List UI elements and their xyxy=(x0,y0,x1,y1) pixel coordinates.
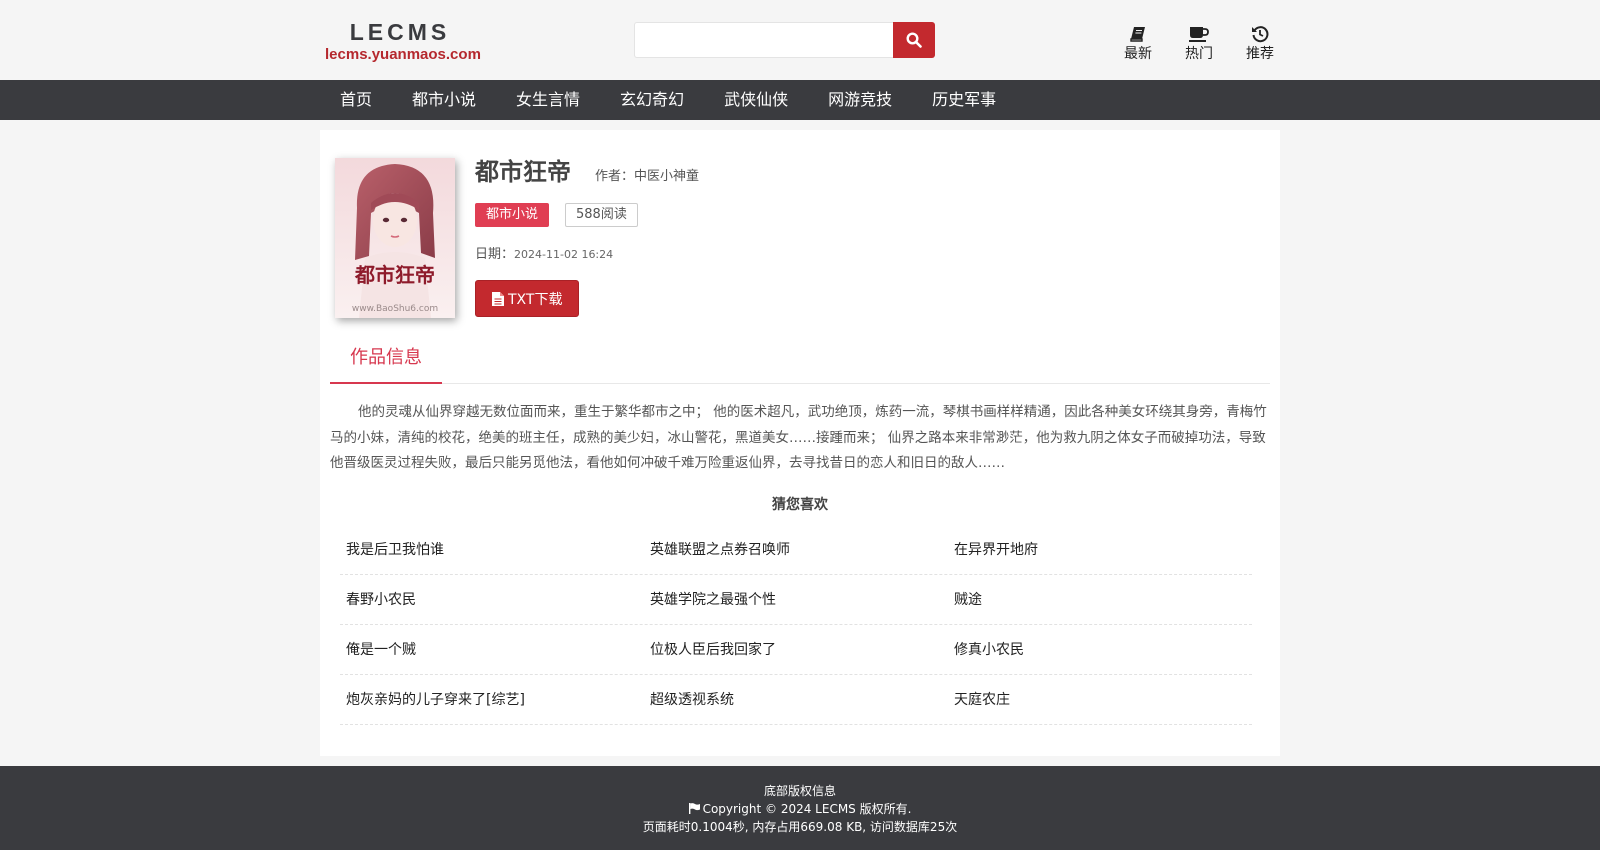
recommend-item[interactable]: 英雄联盟之点券召唤师 xyxy=(644,525,948,574)
logo-subtitle: lecms.yuanmaos.com xyxy=(325,46,481,63)
recommend-item[interactable]: 修真小农民 xyxy=(948,625,1252,674)
date-value: 2024-11-02 16:24 xyxy=(514,248,614,261)
quick-link-label: 热门 xyxy=(1185,46,1213,62)
author-name[interactable]: 中医小神童 xyxy=(634,165,699,184)
footer: 底部版权信息 Copyright © 2024 LECMS 版权所有. 页面耗时… xyxy=(0,766,1600,850)
flag-icon xyxy=(688,803,700,814)
recommend-item[interactable]: 贼途 xyxy=(948,575,1252,624)
category-badge[interactable]: 都市小说 xyxy=(475,203,550,227)
tab-book-info[interactable]: 作品信息 xyxy=(330,340,442,384)
recommend-row: 炮灰亲妈的儿子穿来了[综艺] 超级透视系统 天庭农庄 xyxy=(340,675,1252,725)
copyright-text: Copyright © 2024 LECMS 版权所有. xyxy=(702,802,912,816)
footer-title: 底部版权信息 xyxy=(763,784,836,798)
book-info: 都市狂帝 作者： 中医小神童 都市小说 588阅读 日期：2024-11-02 … xyxy=(475,152,1255,317)
search-input[interactable] xyxy=(634,22,893,58)
book-icon xyxy=(1130,27,1145,42)
quick-link-label: 推荐 xyxy=(1246,46,1274,62)
author-label: 作者： xyxy=(595,169,635,184)
recommend-title: 猜您喜欢 xyxy=(772,497,828,513)
nav-item-home[interactable]: 首页 xyxy=(320,80,392,120)
quick-link-label: 最新 xyxy=(1124,46,1152,62)
search-icon xyxy=(906,32,922,48)
quick-link-latest[interactable]: 最新 xyxy=(1118,24,1158,63)
recommend-item[interactable]: 俺是一个贼 xyxy=(340,625,644,674)
recommend-row: 我是后卫我怕谁 英雄联盟之点券召唤师 在异界开地府 xyxy=(340,525,1252,575)
quick-link-hot[interactable]: 热门 xyxy=(1179,24,1219,63)
recommend-item[interactable]: 我是后卫我怕谁 xyxy=(340,525,644,574)
history-icon xyxy=(1252,26,1269,43)
site-logo[interactable]: LECMS lecms.yuanmaos.com xyxy=(325,18,481,64)
book-description: 他的灵魂从仙界穿越无数位面而来，重生于繁华都市之中； 他的医术超凡，武功绝顶，炼… xyxy=(330,404,1267,471)
date-label: 日期： xyxy=(475,247,515,262)
main-nav: 首页 都市小说 女生言情 玄幻奇幻 武侠仙侠 网游竞技 历史军事 xyxy=(0,80,1600,120)
cover-watermark: www.BaoShu6.com xyxy=(352,304,438,314)
recommend-item[interactable]: 春野小农民 xyxy=(340,575,644,624)
search-bar xyxy=(634,22,935,58)
nav-item-gaming[interactable]: 网游竞技 xyxy=(808,80,912,120)
footer-stats: 页面耗时0.1004秒, 内存占用669.08 KB, 访问数据库25次 xyxy=(642,820,958,834)
nav-item-romance[interactable]: 女生言情 xyxy=(496,80,600,120)
read-count-badge: 588阅读 xyxy=(565,203,638,227)
date-row: 日期：2024-11-02 16:24 xyxy=(475,243,1255,262)
recommend-row: 春野小农民 英雄学院之最强个性 贼途 xyxy=(340,575,1252,625)
book-title: 都市狂帝 xyxy=(475,158,571,186)
footer-copyright: Copyright © 2024 LECMS 版权所有. xyxy=(0,800,1600,818)
nav-item-urban[interactable]: 都市小说 xyxy=(392,80,496,120)
nav-item-wuxia[interactable]: 武侠仙侠 xyxy=(704,80,808,120)
recommend-item[interactable]: 炮灰亲妈的儿子穿来了[综艺] xyxy=(340,675,644,724)
recommend-item[interactable]: 位极人臣后我回家了 xyxy=(644,625,948,674)
nav-item-history[interactable]: 历史军事 xyxy=(912,80,1016,120)
book-cover[interactable]: 都市狂帝 www.BaoShu6.com xyxy=(335,158,455,318)
download-label: TXT下载 xyxy=(508,291,563,308)
nav-item-fantasy[interactable]: 玄幻奇幻 xyxy=(600,80,704,120)
recommend-item[interactable]: 天庭农庄 xyxy=(948,675,1252,724)
cover-title: 都市狂帝 xyxy=(354,263,435,287)
file-icon xyxy=(492,291,504,306)
book-detail-panel: 都市狂帝 www.BaoShu6.com 都市狂帝 作者： 中医小神童 都市小说… xyxy=(320,130,1280,756)
recommend-item[interactable]: 在异界开地府 xyxy=(948,525,1252,574)
txt-download-button[interactable]: TXT下载 xyxy=(475,280,580,317)
logo-title: LECMS xyxy=(349,19,451,45)
recommend-list: 我是后卫我怕谁 英雄联盟之点券召唤师 在异界开地府 春野小农民 英雄学院之最强个… xyxy=(340,525,1252,725)
search-button[interactable] xyxy=(893,22,935,58)
tab-bar: 作品信息 xyxy=(330,340,1270,384)
quick-link-recommend[interactable]: 推荐 xyxy=(1240,24,1280,63)
coffee-icon xyxy=(1189,27,1209,42)
recommend-item[interactable]: 英雄学院之最强个性 xyxy=(644,575,948,624)
recommend-row: 俺是一个贼 位极人臣后我回家了 修真小农民 xyxy=(340,625,1252,675)
header: LECMS lecms.yuanmaos.com 最新 热门 推荐 xyxy=(0,0,1600,80)
recommend-item[interactable]: 超级透视系统 xyxy=(644,675,948,724)
